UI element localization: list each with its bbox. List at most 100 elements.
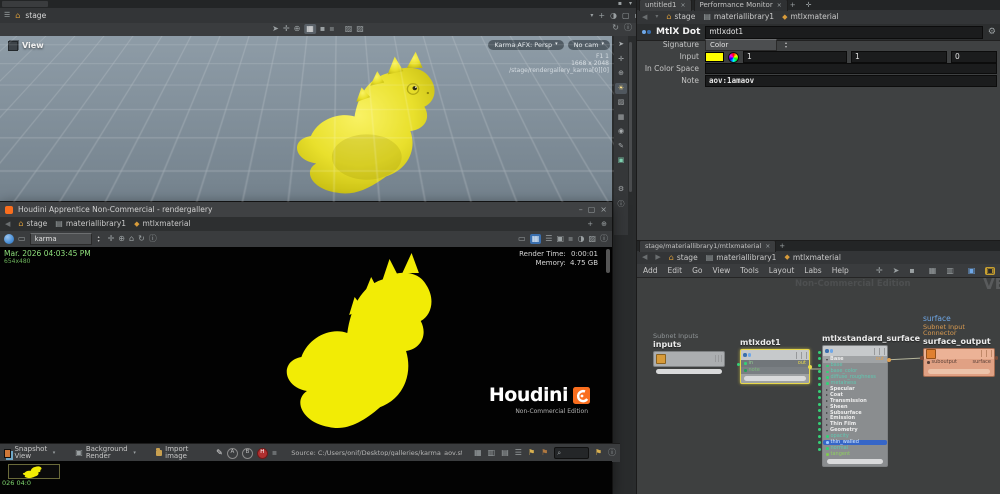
breadcrumb-materiallibrary[interactable]: ▤ materiallibrary1 xyxy=(703,13,774,21)
history-icon[interactable]: ▾ xyxy=(655,14,658,20)
menu-tools[interactable]: Tools xyxy=(740,267,758,275)
tile-view-icon[interactable]: ▦ xyxy=(530,234,542,244)
notes-blue-icon[interactable]: ▣ xyxy=(968,267,976,275)
active-tool-icon[interactable]: ▦ xyxy=(304,24,316,34)
split-view-icon[interactable]: ▢ xyxy=(622,12,630,20)
material-preview-icon[interactable]: ▣ xyxy=(615,155,627,166)
menu-view[interactable]: View xyxy=(712,267,730,275)
new-tab-icon[interactable]: + xyxy=(790,2,796,9)
book2-icon[interactable]: ▨ xyxy=(356,25,364,33)
breadcrumb-material[interactable]: ◆ mtlxmaterial xyxy=(784,254,840,262)
section-collapsed-icon[interactable]: ▸ xyxy=(826,423,828,427)
help-icon[interactable]: ⓘ xyxy=(624,24,632,32)
cam-select-button[interactable]: No cam ▾ xyxy=(568,40,610,50)
snapshot-camera-icon[interactable]: ▨ xyxy=(588,235,596,243)
breadcrumb-materiallibrary[interactable]: ▤ materiallibrary1 xyxy=(55,220,126,228)
colorspace-field[interactable] xyxy=(705,63,997,74)
pane-move-icon[interactable]: ✛ xyxy=(806,2,812,9)
globe-icon[interactable]: ◑ xyxy=(610,12,617,20)
section-collapsed-icon[interactable]: ▸ xyxy=(826,417,828,421)
pane-chevron-icon[interactable]: ▾ xyxy=(629,1,632,7)
breadcrumb-materiallibrary[interactable]: ▤ materiallibrary1 xyxy=(706,254,777,262)
back-icon[interactable]: ◀ xyxy=(5,221,10,228)
layout-quad-icon[interactable]: ▥ xyxy=(488,449,496,457)
pane-options-icon[interactable]: ▪ xyxy=(618,1,622,7)
filter-flag-icon[interactable]: ⚑ xyxy=(595,449,602,457)
grid-display-icon[interactable]: ▥ xyxy=(946,267,954,275)
checker-icon[interactable]: ▪ xyxy=(272,449,277,457)
sticky-yellow-icon[interactable]: ▣ xyxy=(985,267,995,275)
out-port-dot[interactable] xyxy=(995,356,999,360)
in-port-dot[interactable] xyxy=(920,356,924,360)
select-tool-icon[interactable]: ➤ xyxy=(272,25,279,33)
pointer-mode-icon[interactable]: ➤ xyxy=(893,267,900,275)
view-chip[interactable]: View xyxy=(8,41,44,51)
move-icon[interactable]: ✛ xyxy=(615,54,627,65)
dragon-model-3d[interactable] xyxy=(283,42,475,202)
box-mode-icon[interactable]: ▪ xyxy=(909,267,914,275)
node-standard-body[interactable]: ▾ Base out base base_color diffuse_rough… xyxy=(822,345,888,467)
collapse-icon[interactable]: ☰ xyxy=(4,12,10,19)
node-mtlxstandard-surface[interactable]: mtlxstandard_surface ▾ Base xyxy=(822,335,888,467)
input-z-field[interactable]: 0 xyxy=(951,51,997,63)
snapshot-view-button[interactable]: Snapshot View ▾ xyxy=(4,446,55,460)
layout-single-icon[interactable]: ▦ xyxy=(474,449,482,457)
disabled-tool-icon[interactable]: ▪ xyxy=(329,25,334,33)
gamma-icon[interactable]: ◑ xyxy=(577,235,584,243)
signature-select[interactable]: Color xyxy=(705,39,777,51)
wrench-icon[interactable]: ✛ xyxy=(876,267,883,275)
node-output-body[interactable]: suboutput surface xyxy=(923,348,995,377)
lighting-icon[interactable]: ☀ xyxy=(615,83,627,94)
pivot-icon[interactable]: ⊕ xyxy=(615,68,627,79)
eyedropper-icon[interactable]: ✎ xyxy=(216,449,223,457)
breadcrumb-material[interactable]: ◆ mtlxmaterial xyxy=(782,13,838,21)
input-y-field[interactable]: 1 xyxy=(851,51,947,63)
node-inputs[interactable]: Subnet Inputs inputs xyxy=(653,333,725,374)
image-scrollbar[interactable] xyxy=(606,249,610,273)
menu-labs[interactable]: Labs xyxy=(804,267,821,275)
breadcrumb-material[interactable]: ◆ mtlxmaterial xyxy=(134,220,190,228)
section-collapsed-icon[interactable]: ▸ xyxy=(826,393,828,397)
path-plus-icon[interactable]: + xyxy=(587,221,593,228)
menu-help[interactable]: Help xyxy=(832,267,849,275)
brush-icon[interactable]: ✎ xyxy=(615,141,627,152)
minimize-icon[interactable]: – xyxy=(579,206,583,214)
maximize-icon[interactable]: ▢ xyxy=(588,206,596,214)
node-inputs-body[interactable] xyxy=(653,351,725,367)
mplay-icon[interactable]: ▭ xyxy=(518,235,526,243)
input-x-field[interactable]: 1 xyxy=(743,51,847,63)
add-path-icon[interactable]: + xyxy=(598,12,605,20)
render-info-icon[interactable]: ⓘ xyxy=(149,235,157,243)
import-image-button[interactable]: Import image xyxy=(156,446,198,460)
background-render-button[interactable]: ▣ Background Render ▾ xyxy=(75,446,136,460)
color-swatch[interactable] xyxy=(705,52,724,62)
tab-performance-monitor[interactable]: Performance Monitor × xyxy=(694,0,788,11)
houdini-h-icon[interactable]: H xyxy=(257,448,268,459)
tab-untitled1[interactable]: untitled1 × xyxy=(639,0,692,11)
menu-go[interactable]: Go xyxy=(692,267,702,275)
new-tab-icon[interactable]: + xyxy=(779,243,785,250)
network-canvas[interactable]: Non-Commercial Edition VE Subnet Inputs … xyxy=(637,277,1000,494)
gear-icon[interactable]: ⚙ xyxy=(988,28,996,37)
select-icon[interactable]: ➤ xyxy=(615,39,627,50)
path-target-icon[interactable]: ⊕ xyxy=(601,221,607,228)
snapshot-thumbnail[interactable] xyxy=(8,464,60,479)
pane-tab[interactable] xyxy=(2,1,48,7)
pan-icon[interactable]: ✛ xyxy=(108,235,115,243)
layout-columns-icon[interactable]: ☰ xyxy=(515,449,522,457)
flag-brown-icon[interactable]: ⚑ xyxy=(541,449,548,457)
camera-menu-button[interactable]: Karma AFX: Persp ▾ xyxy=(488,40,563,50)
section-expand-icon[interactable]: ▾ xyxy=(826,429,828,433)
note-field[interactable]: aov:1amaov xyxy=(705,75,997,87)
tab-network-path[interactable]: stage/materiallibrary1/mtlxmaterial × xyxy=(639,240,776,252)
gallery-search-input[interactable]: ⌕ xyxy=(554,447,589,459)
grid-toggle-icon[interactable]: ▦ xyxy=(615,112,627,123)
signature-stepper[interactable]: ▴ ▾ xyxy=(785,41,787,49)
book-icon[interactable]: ▨ xyxy=(345,25,353,33)
camera-lock-icon[interactable]: ◉ xyxy=(615,126,627,137)
path-dropdown-icon[interactable]: ▾ xyxy=(590,13,593,19)
flag-gold-icon[interactable]: ⚑ xyxy=(528,449,535,457)
info-icon[interactable]: ⓘ xyxy=(615,199,627,210)
section-collapsed-icon[interactable]: ▸ xyxy=(826,399,828,403)
hand-tool-icon[interactable]: ✛ xyxy=(283,25,290,33)
